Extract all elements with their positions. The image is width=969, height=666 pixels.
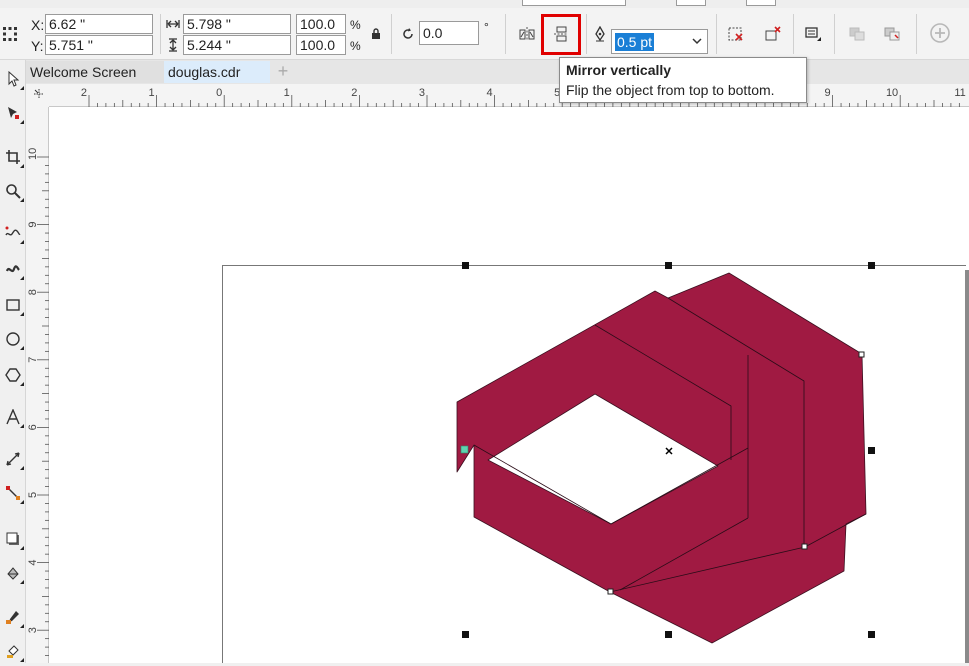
- tooltip-description: Flip the object from top to bottom.: [566, 82, 775, 98]
- tooltip: Mirror vertically Flip the object from t…: [559, 57, 807, 103]
- node-handle-selected[interactable]: [460, 445, 469, 454]
- artwork-layer: [456, 262, 875, 644]
- tooltip-title: Mirror vertically: [566, 62, 672, 78]
- logo-shape[interactable]: [456, 272, 867, 644]
